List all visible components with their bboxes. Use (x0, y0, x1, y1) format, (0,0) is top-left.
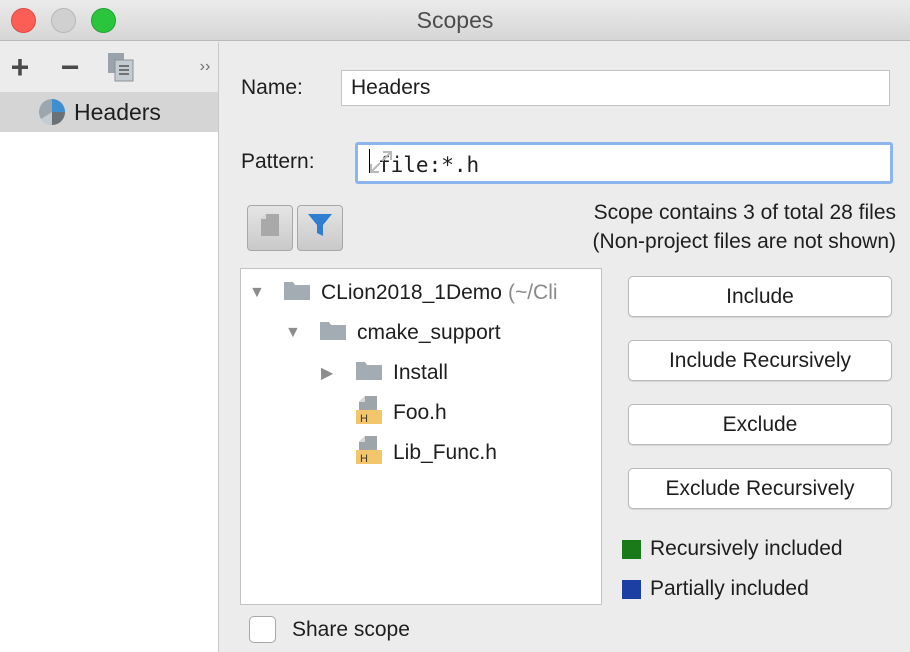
add-scope-icon[interactable]: + (3, 50, 37, 84)
expand-icon[interactable] (368, 149, 884, 180)
include-button[interactable]: Include (628, 276, 892, 317)
file-icon (260, 213, 280, 243)
pattern-label: Pattern: (241, 150, 315, 173)
more-actions-icon[interactable]: ›› (188, 50, 222, 84)
expanded-arrow-icon[interactable]: ▼ (249, 284, 269, 302)
header-file-icon: H (355, 435, 383, 471)
scopes-sidebar: + − ›› Headers (0, 42, 219, 652)
share-scope-label: Share scope (292, 617, 410, 641)
exclude-recursively-button[interactable]: Exclude Recursively (628, 468, 892, 509)
sidebar-toolbar: + − ›› (0, 42, 218, 92)
sidebar-item-headers[interactable]: Headers (0, 92, 218, 132)
copy-scope-icon[interactable] (104, 50, 138, 84)
title-bar: Scopes (0, 0, 910, 41)
pattern-field[interactable]: file:*.h (355, 142, 893, 184)
remove-scope-icon[interactable]: − (53, 50, 87, 84)
scope-pie-icon (38, 98, 66, 132)
collapsed-arrow-icon[interactable]: ▶ (321, 363, 341, 383)
recursive-color-swatch (622, 539, 641, 559)
legend-label: Partially included (650, 577, 809, 600)
name-field[interactable]: Headers (341, 70, 890, 106)
tree-node-label: CLion2018_1Demo (321, 281, 502, 304)
project-file-tree[interactable]: ▼ CLion2018_1Demo (~/Cli ▼ cmake_support… (240, 268, 602, 605)
tree-node-lib-func-h[interactable]: H Lib_Func.h (355, 433, 497, 473)
tree-node-label: Lib_Func.h (393, 441, 497, 464)
legend-recursively-included: Recursively included (622, 537, 843, 561)
non-project-note: (Non-project files are not shown) (592, 230, 896, 253)
share-scope-row[interactable]: Share scope (249, 616, 410, 643)
tree-node-path-hint: (~/Cli (507, 281, 558, 304)
folder-icon (319, 319, 347, 347)
name-value: Headers (351, 76, 431, 99)
show-files-button[interactable] (247, 205, 293, 251)
scope-count-text: Scope contains 3 of total 28 files (593, 201, 896, 224)
share-scope-checkbox[interactable] (249, 616, 276, 643)
name-label: Name: (241, 76, 303, 99)
header-file-icon: H (355, 395, 383, 431)
exclude-button[interactable]: Exclude (628, 404, 892, 445)
include-recursively-button[interactable]: Include Recursively (628, 340, 892, 381)
window-title: Scopes (416, 7, 494, 33)
tree-node-label: cmake_support (357, 321, 501, 344)
legend-label: Recursively included (650, 537, 843, 560)
tree-node-install[interactable]: ▶ Install (321, 353, 448, 393)
tree-node-cmake-support[interactable]: ▼ cmake_support (285, 313, 501, 353)
folder-icon (283, 279, 311, 307)
tree-node-root[interactable]: ▼ CLion2018_1Demo (~/Cli (249, 273, 558, 313)
svg-text:H: H (360, 413, 368, 425)
svg-text:H: H (360, 453, 368, 465)
partial-color-swatch (622, 579, 641, 599)
tree-node-label: Install (393, 361, 448, 384)
tree-node-foo-h[interactable]: H Foo.h (355, 393, 447, 433)
filter-button[interactable] (297, 205, 343, 251)
tree-node-label: Foo.h (393, 401, 447, 424)
expanded-arrow-icon[interactable]: ▼ (285, 324, 305, 342)
folder-icon (355, 359, 383, 387)
sidebar-item-label: Headers (74, 99, 161, 125)
legend-partially-included: Partially included (622, 577, 809, 601)
filter-icon (307, 212, 333, 244)
